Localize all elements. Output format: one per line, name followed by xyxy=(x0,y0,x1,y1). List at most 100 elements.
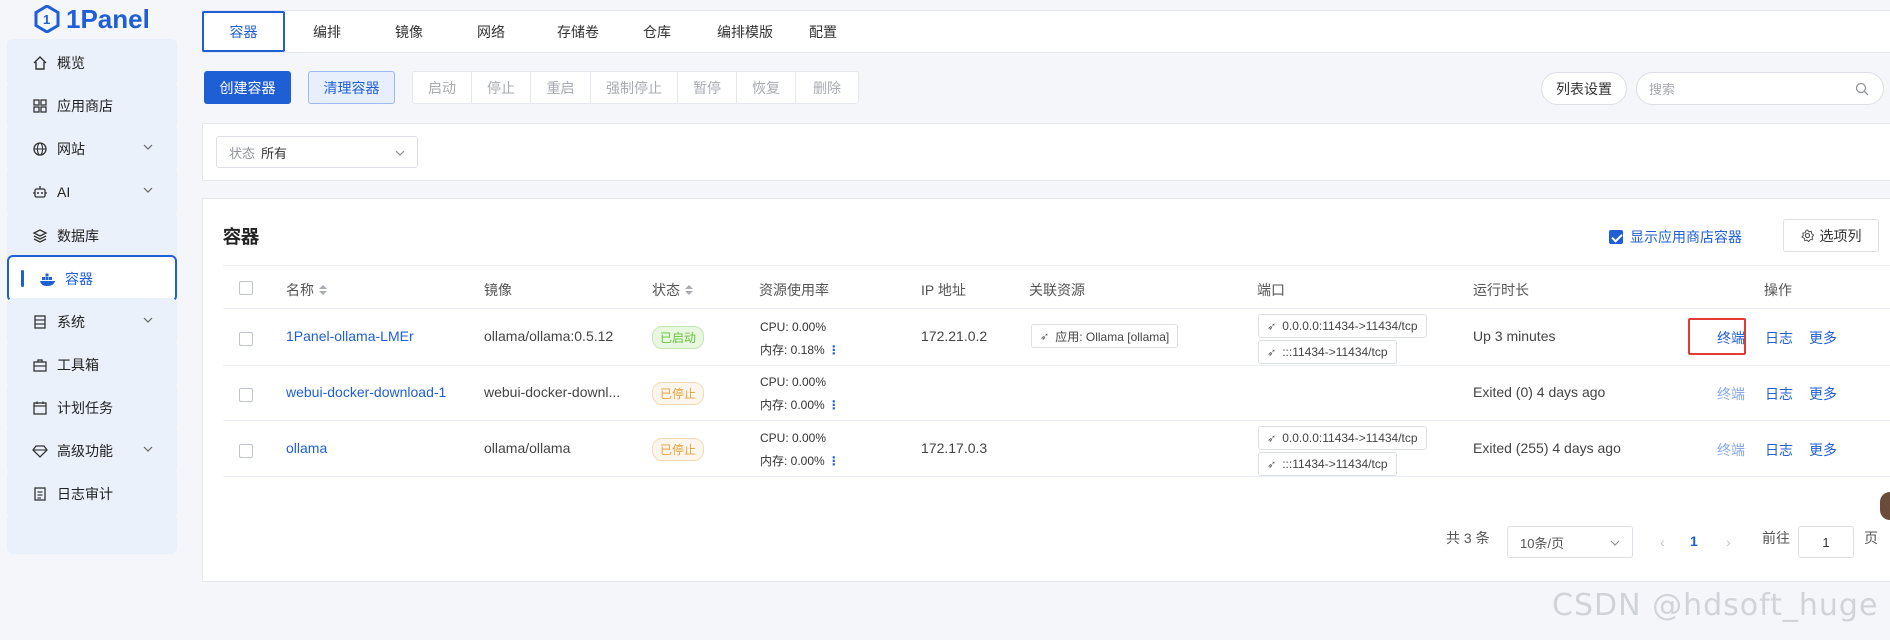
stop-button[interactable]: 停止 xyxy=(471,71,531,104)
send-icon: ➶ xyxy=(1040,330,1050,343)
header-status[interactable]: 状态 xyxy=(652,280,693,300)
related-resource-label: 应用: Ollama [ollama] xyxy=(1055,329,1170,344)
pagination-total: 共 3 条 xyxy=(1446,530,1490,546)
chevron-right-icon[interactable]: › xyxy=(1726,534,1731,550)
tab-compose[interactable]: 编排 xyxy=(295,11,359,52)
row-checkbox[interactable] xyxy=(239,444,253,458)
more-vertical-icon[interactable]: ⋮ xyxy=(828,454,840,468)
resume-button[interactable]: 恢复 xyxy=(736,71,796,104)
table-row: ollama ollama/ollama 已停止 CPU: 0.00% 内存: … xyxy=(223,421,1890,477)
status-filter-select[interactable]: 状态 所有 xyxy=(216,136,418,168)
ip-address: 172.17.0.3 xyxy=(921,440,988,456)
page-number-current[interactable]: 1 xyxy=(1690,533,1698,549)
sidebar-item-ai[interactable]: AI xyxy=(7,168,177,215)
container-name-link[interactable]: webui-docker-download-1 xyxy=(286,384,446,400)
more-vertical-icon[interactable]: ⋮ xyxy=(828,343,840,357)
page-suffix: 页 xyxy=(1864,530,1878,546)
sidebar-item-website[interactable]: 网站 xyxy=(7,125,177,172)
select-all-checkbox[interactable] xyxy=(239,281,253,295)
tab-volumes[interactable]: 存储卷 xyxy=(541,11,615,52)
logs-action[interactable]: 日志 xyxy=(1765,384,1793,404)
port-chip[interactable]: ➶ 0.0.0.0:11434->11434/tcp xyxy=(1258,314,1427,338)
container-name-link[interactable]: ollama xyxy=(286,440,327,456)
sidebar: 1 1Panel 概览 应用商店 网站 AI 数据库 容器 系统 工具箱 计划任 xyxy=(0,0,180,640)
port-chip[interactable]: ➶:::11434->11434/tcp xyxy=(1258,340,1397,364)
svg-text:1: 1 xyxy=(43,12,50,27)
app-logo[interactable]: 1 1Panel xyxy=(34,2,150,36)
force-stop-button[interactable]: 强制停止 xyxy=(590,71,678,104)
sidebar-item-label: 数据库 xyxy=(57,227,99,244)
delete-button[interactable]: 删除 xyxy=(795,71,859,104)
restart-button[interactable]: 重启 xyxy=(530,71,591,104)
chevron-down-icon xyxy=(143,446,153,452)
row-checkbox[interactable] xyxy=(239,388,253,402)
resource-usage: CPU: 0.00% 内存: 0.00% ⋮ xyxy=(760,371,840,417)
terminal-action[interactable]: 终端 xyxy=(1717,384,1745,404)
sidebar-item-audit-log[interactable]: 日志审计 xyxy=(7,470,177,517)
sidebar-item-label: 日志审计 xyxy=(57,485,113,502)
header-actions: 操作 xyxy=(1764,282,1792,298)
ip-address: 172.21.0.2 xyxy=(921,328,988,344)
chevron-down-icon xyxy=(143,317,153,323)
sidebar-item-label: AI xyxy=(57,183,71,200)
more-action[interactable]: 更多 xyxy=(1809,328,1837,348)
logs-action[interactable]: 日志 xyxy=(1765,440,1793,460)
sidebar-item-label: 容器 xyxy=(65,270,93,287)
grid-icon xyxy=(31,97,49,115)
row-checkbox[interactable] xyxy=(239,332,253,346)
sidebar-item-advanced[interactable]: 高级功能 xyxy=(7,427,177,474)
tab-containers[interactable]: 容器 xyxy=(202,11,285,52)
search-input[interactable]: 搜索 xyxy=(1636,72,1884,105)
chevron-down-icon xyxy=(143,144,153,150)
sort-icon[interactable] xyxy=(685,285,693,295)
tab-images[interactable]: 镜像 xyxy=(377,11,441,52)
more-vertical-icon[interactable]: ⋮ xyxy=(828,398,840,412)
sidebar-item-database[interactable]: 数据库 xyxy=(7,212,177,259)
list-settings-button[interactable]: 列表设置 xyxy=(1541,72,1627,105)
avatar[interactable] xyxy=(1878,490,1890,522)
header-ip-address: IP 地址 xyxy=(921,282,966,298)
chevron-down-icon xyxy=(143,187,153,193)
sidebar-item-toolbox[interactable]: 工具箱 xyxy=(7,341,177,388)
port-chip[interactable]: ➶ 0.0.0.0:11434->11434/tcp xyxy=(1258,426,1427,450)
chevron-left-icon[interactable]: ‹ xyxy=(1660,534,1665,550)
page-size-value: 10条/页 xyxy=(1520,535,1565,551)
pause-button[interactable]: 暂停 xyxy=(677,71,737,104)
related-resource-chip[interactable]: ➶ 应用: Ollama [ollama] xyxy=(1031,324,1179,348)
port-chip[interactable]: ➶:::11434->11434/tcp xyxy=(1258,452,1397,476)
sidebar-item-container[interactable]: 容器 xyxy=(7,255,177,302)
terminal-action[interactable]: 终端 xyxy=(1717,440,1745,460)
brand-name: 1Panel xyxy=(66,3,150,34)
sidebar-item-app-store[interactable]: 应用商店 xyxy=(7,82,177,129)
more-action[interactable]: 更多 xyxy=(1809,440,1837,460)
search-placeholder: 搜索 xyxy=(1649,82,1676,97)
columns-button[interactable]: 选项列 xyxy=(1783,219,1879,252)
create-container-button[interactable]: 创建容器 xyxy=(204,71,291,104)
tab-repositories[interactable]: 仓库 xyxy=(625,11,689,52)
top-tab-bar: 容器 编排 镜像 网络 存储卷 仓库 编排模版 配置 xyxy=(202,10,1890,53)
header-label: 名称 xyxy=(286,282,314,298)
sort-icon[interactable] xyxy=(319,285,327,295)
show-app-containers-checkbox[interactable]: 显示应用商店容器 xyxy=(1609,227,1742,247)
memory-usage: 内存: 0.00% xyxy=(760,454,825,468)
start-button[interactable]: 启动 xyxy=(412,71,472,104)
more-action[interactable]: 更多 xyxy=(1809,384,1837,404)
diamond-icon xyxy=(31,442,49,460)
page-size-select[interactable]: 10条/页 xyxy=(1507,526,1633,558)
sidebar-item-label: 高级功能 xyxy=(57,442,113,459)
tab-compose-templates[interactable]: 编排模版 xyxy=(703,11,787,52)
chevron-down-icon xyxy=(395,150,405,156)
clean-containers-button[interactable]: 清理容器 xyxy=(308,71,395,104)
sidebar-item-cron[interactable]: 计划任务 xyxy=(7,384,177,431)
sidebar-item-system[interactable]: 系统 xyxy=(7,298,177,345)
logs-action[interactable]: 日志 xyxy=(1765,328,1793,348)
checkbox-checked[interactable] xyxy=(1609,230,1623,244)
container-name-link[interactable]: 1Panel-ollama-LMEr xyxy=(286,328,414,344)
tab-settings[interactable]: 配置 xyxy=(791,11,855,52)
sidebar-item-overview[interactable]: 概览 xyxy=(7,39,177,86)
tab-networks[interactable]: 网络 xyxy=(459,11,523,52)
header-name[interactable]: 名称 xyxy=(286,280,327,300)
status-badge: 已停止 xyxy=(652,438,705,461)
sidebar-item-more[interactable] xyxy=(7,514,177,554)
goto-page-input[interactable]: 1 xyxy=(1798,526,1854,558)
